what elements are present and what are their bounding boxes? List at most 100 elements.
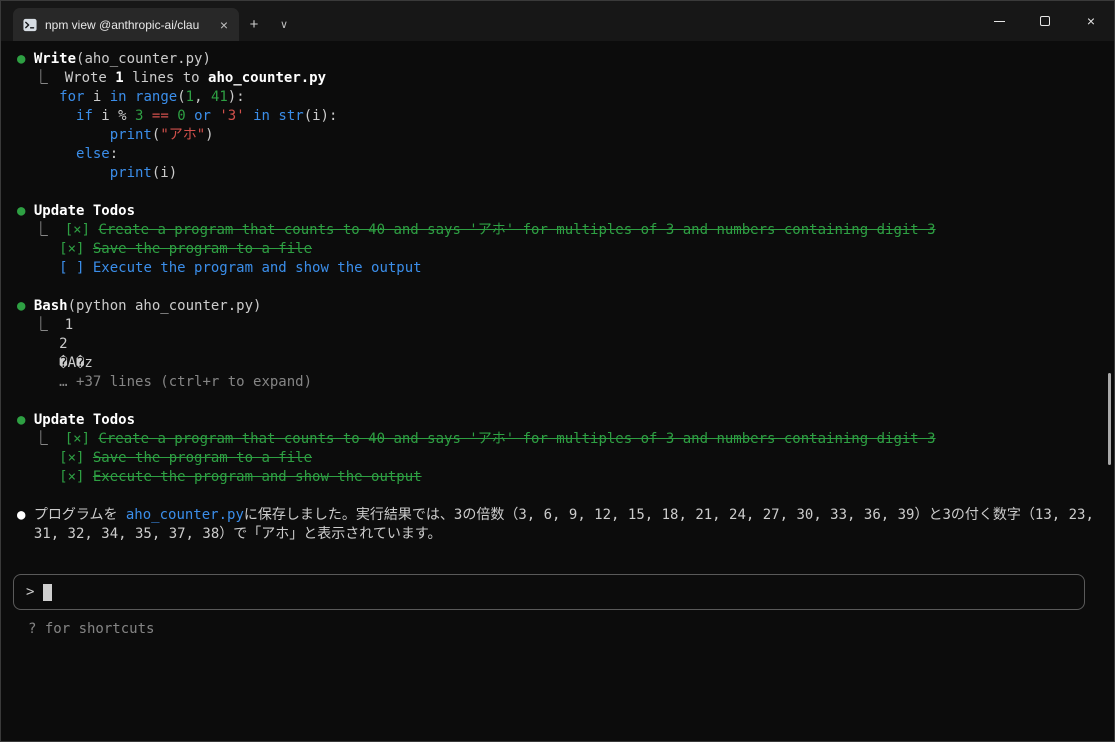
text-segment: [ ] xyxy=(59,260,93,276)
tab-dropdown-button[interactable]: ∨ xyxy=(269,8,299,41)
terminal-window: npm view @anthropic-ai/clau × + ∨ × ● Wr… xyxy=(0,0,1115,742)
text-segment: aho_counter.py xyxy=(125,507,244,523)
text-cursor xyxy=(43,583,53,601)
titlebar-drag-area xyxy=(299,1,976,41)
text-segment: ⎿ xyxy=(17,317,65,333)
shortcuts-hint: ? for shortcuts xyxy=(28,621,155,637)
text-segment xyxy=(17,374,59,390)
todo-item-done: ⎿ [×] Create a program that counts to 40… xyxy=(17,430,1100,449)
code-line: if i % 3 == 0 or '3' in str(i): xyxy=(17,107,1100,126)
text-segment: ⎿ xyxy=(17,222,65,238)
bash-output: ⎿ 1 xyxy=(17,316,1100,335)
code-line: print(i) xyxy=(17,164,1100,183)
text-segment: … +37 lines (ctrl+r to expand) xyxy=(59,374,313,390)
text-segment: lines to xyxy=(123,70,209,86)
terminal-tab[interactable]: npm view @anthropic-ai/clau × xyxy=(13,8,239,41)
tool-result: ⎿ Wrote 1 lines to aho_counter.py xyxy=(17,69,1100,88)
text-segment xyxy=(17,165,110,181)
text-segment: if xyxy=(76,108,93,124)
text-segment xyxy=(17,450,59,466)
text-segment: Execute the program and show the output xyxy=(92,260,422,276)
text-segment: Bash xyxy=(33,298,68,314)
terminal-app-icon xyxy=(23,18,37,32)
text-segment xyxy=(143,108,151,124)
text-segment: range xyxy=(135,89,178,105)
text-segment: else xyxy=(76,146,110,162)
code-line: print("アホ") xyxy=(17,126,1100,145)
new-tab-button[interactable]: + xyxy=(239,8,269,41)
text-segment: '3' xyxy=(219,108,245,124)
bash-output: �A�z xyxy=(17,354,1100,373)
expand-hint: … +37 lines (ctrl+r to expand) xyxy=(17,373,1100,392)
text-segment: i xyxy=(84,89,110,105)
scrollbar-thumb[interactable] xyxy=(1108,373,1111,465)
text-segment: ● xyxy=(17,412,34,428)
text-segment: [×] xyxy=(59,241,93,257)
text-segment: 1 xyxy=(185,89,195,105)
text-segment: ) xyxy=(205,127,214,143)
text-segment: ( xyxy=(177,89,186,105)
text-segment: "アホ" xyxy=(160,127,206,143)
text-segment xyxy=(17,146,76,162)
text-segment: Write xyxy=(33,51,77,67)
maximize-icon xyxy=(1040,16,1050,26)
text-segment: ● xyxy=(17,298,34,314)
text-segment: (aho_counter.py) xyxy=(76,51,211,67)
text-segment: (i) xyxy=(151,165,178,181)
tool-call-update-todos: ● Update Todos xyxy=(17,202,1100,221)
tab-close-icon[interactable]: × xyxy=(215,16,233,34)
text-segment: i % xyxy=(92,108,136,124)
cli-input-box[interactable]: > xyxy=(13,574,1085,610)
text-segment: , xyxy=(194,89,211,105)
text-segment: 1 xyxy=(115,70,124,86)
text-segment: aho_counter.py xyxy=(208,70,327,86)
todo-item-done: [×] Save the program to a file xyxy=(17,449,1100,468)
text-segment: 41 xyxy=(210,89,228,105)
text-segment xyxy=(17,260,59,276)
text-segment: 0 xyxy=(177,108,186,124)
maximize-button[interactable] xyxy=(1022,1,1068,41)
todo-item-done: ⎿ [×] Create a program that counts to 40… xyxy=(17,221,1100,240)
bash-output: 2 xyxy=(17,335,1100,354)
text-segment xyxy=(169,108,177,124)
text-segment: Update Todos xyxy=(33,412,136,428)
text-segment: Execute the program and show the output xyxy=(92,469,422,485)
text-segment: ): xyxy=(227,89,245,105)
text-segment: [×] xyxy=(59,450,93,466)
text-segment: Save the program to a file xyxy=(92,241,313,257)
text-segment xyxy=(17,108,76,124)
text-segment: print xyxy=(109,127,152,143)
close-button[interactable]: × xyxy=(1068,1,1114,41)
minimize-button[interactable] xyxy=(976,1,1022,41)
tool-call-bash: ● Bash(python aho_counter.py) xyxy=(17,297,1100,316)
code-line: else: xyxy=(17,145,1100,164)
text-segment xyxy=(17,89,59,105)
text-segment: [×] xyxy=(59,469,93,485)
text-segment: or xyxy=(194,108,211,124)
tool-call-write: ● Write(aho_counter.py) xyxy=(17,50,1100,69)
titlebar: npm view @anthropic-ai/clau × + ∨ × xyxy=(1,1,1114,41)
todo-item-done: [×] Execute the program and show the out… xyxy=(17,468,1100,487)
text-segment: �A�z xyxy=(17,355,93,371)
text-segment xyxy=(17,469,59,485)
text-segment: (python aho_counter.py) xyxy=(67,298,262,314)
tool-call-update-todos: ● Update Todos xyxy=(17,411,1100,430)
text-segment: ● xyxy=(17,203,34,219)
text-segment: : xyxy=(109,146,119,162)
text-segment xyxy=(186,108,194,124)
todo-item-done: [×] Save the program to a file xyxy=(17,240,1100,259)
text-segment: [×] xyxy=(64,222,99,238)
text-segment: Create a program that counts to 40 and s… xyxy=(98,222,936,238)
text-segment: Save the program to a file xyxy=(92,450,313,466)
text-segment: Wrote xyxy=(64,70,116,86)
text-segment: Create a program that counts to 40 and s… xyxy=(98,431,936,447)
window-controls: × xyxy=(976,1,1114,41)
todo-item-pending: [ ] Execute the program and show the out… xyxy=(17,259,1100,278)
tab-title: npm view @anthropic-ai/clau xyxy=(45,17,200,32)
text-segment: str xyxy=(278,108,304,124)
terminal-output: ● Write(aho_counter.py) ⎿ Wrote 1 lines … xyxy=(1,41,1114,741)
text-segment: in xyxy=(253,108,270,124)
text-segment: 2 xyxy=(17,336,68,352)
text-segment: 1 xyxy=(64,317,74,333)
